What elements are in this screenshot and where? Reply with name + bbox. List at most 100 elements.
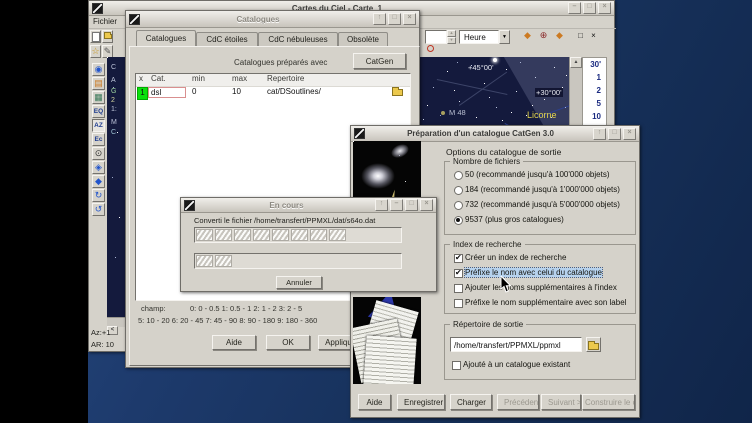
annuler-button[interactable]: Annuler <box>276 276 322 289</box>
add-extra-names-checkbox[interactable] <box>454 284 463 293</box>
suivant-button[interactable]: Suivant > <box>541 394 581 410</box>
ok-button[interactable]: OK <box>266 335 310 350</box>
col-x[interactable]: x <box>139 74 143 83</box>
radio-9537-label[interactable]: 9537 (plus gros catalogues) <box>465 215 633 224</box>
new-document-icon[interactable] <box>90 30 101 43</box>
menu-fichier[interactable]: Fichier <box>93 17 117 26</box>
search-icon[interactable]: ⊙ <box>92 147 105 160</box>
fov-item[interactable]: 2 <box>583 84 606 97</box>
dock-panel-icon[interactable]: □ <box>575 30 586 41</box>
table-row[interactable]: 1 dsl 0 10 cat/DSoutlines/ <box>136 87 410 99</box>
create-index-checkbox[interactable] <box>454 254 463 263</box>
append-existing-label[interactable]: Ajouté à un catalogue existant <box>463 360 633 369</box>
rollup-icon[interactable]: ↑ <box>373 13 386 25</box>
catgen-title: Préparation d'un catalogue CatGen 3.0 <box>368 129 593 138</box>
catgen-aide-button[interactable]: Aide <box>358 394 391 410</box>
combo-dropdown-icon[interactable]: ▼ <box>499 30 510 44</box>
tab-cdc-etoiles[interactable]: CdC étoiles <box>196 32 258 46</box>
maximize-icon[interactable]: □ <box>583 2 596 14</box>
close-icon[interactable]: × <box>598 2 611 14</box>
flip-horizontal-icon[interactable]: ◈ <box>92 161 105 174</box>
prefix-name-checkbox[interactable] <box>454 269 463 278</box>
center-crosshair-icon[interactable]: ⊕ <box>537 30 550 43</box>
prefix-name-label[interactable]: Préfixe le nom avec celui du catalogue <box>465 268 602 277</box>
chart-config-icon[interactable]: ▦ <box>92 91 105 104</box>
tab-cdc-nebuleuses[interactable]: CdC nébuleuses <box>258 32 338 46</box>
target-icon[interactable]: ◉ <box>92 63 105 76</box>
charger-button[interactable]: Charger <box>450 394 492 410</box>
output-path-input[interactable]: /home/transfert/PPMXL/ppmxl <box>450 337 582 352</box>
maximize-icon[interactable]: □ <box>388 13 401 25</box>
construire-button[interactable]: Construire le catalogue <box>582 394 635 410</box>
close-icon[interactable]: × <box>623 128 636 140</box>
add-extra-names-label[interactable]: Ajouter les noms supplémentaires à l'ind… <box>465 283 633 292</box>
tab-obsolete[interactable]: Obsolète <box>338 32 388 46</box>
radio-9537[interactable] <box>454 216 463 225</box>
col-max[interactable]: max <box>232 74 247 83</box>
progress-titlebar[interactable]: En cours ↑ – □ × <box>181 198 436 213</box>
catgen-button[interactable]: CatGen <box>353 53 406 69</box>
progress-block <box>215 229 232 241</box>
browse-folder-icon[interactable] <box>392 89 403 96</box>
catgen-titlebar[interactable]: Préparation d'un catalogue CatGen 3.0 ↑ … <box>351 126 639 142</box>
minimize-icon[interactable]: – <box>390 199 403 211</box>
enregistrer-button[interactable]: Enregistrer <box>397 394 445 410</box>
maximize-icon[interactable]: □ <box>608 128 621 140</box>
follow-object-icon[interactable]: ◆ <box>521 30 534 43</box>
close-icon[interactable]: × <box>420 199 433 211</box>
maximize-icon[interactable]: □ <box>405 199 418 211</box>
col-repertoire[interactable]: Repertoire <box>267 74 304 83</box>
radio-50[interactable] <box>454 171 463 180</box>
scroll-up-icon[interactable]: ▲ <box>570 57 582 68</box>
chart-cut-label: 2 <box>111 97 115 104</box>
create-index-label[interactable]: Créer un index de recherche <box>465 253 633 262</box>
open-folder-icon[interactable] <box>102 30 113 43</box>
az-coords-button[interactable]: AZ <box>92 119 105 132</box>
radio-184[interactable] <box>454 186 463 195</box>
chart-cut-label: G <box>111 88 116 95</box>
precedent-button[interactable]: Précédent <box>497 394 539 410</box>
radio-732-label[interactable]: 732 (recommandé jusqu'à 5'000'000 objets… <box>465 200 633 209</box>
radio-184-label[interactable]: 184 (recommandé jusqu'à 1'000'000 objets… <box>465 185 633 194</box>
col-min[interactable]: min <box>192 74 205 83</box>
close-panel-icon[interactable]: × <box>588 30 599 41</box>
aide-button[interactable]: Aide <box>212 335 256 350</box>
star-tool-icon[interactable]: ☆ <box>90 45 101 58</box>
fov-item[interactable]: 1 <box>583 71 606 84</box>
tab-catalogues[interactable]: Catalogues <box>136 30 196 46</box>
catalogues-titlebar[interactable]: Catalogues ↑ □ × <box>126 11 419 28</box>
track-object-icon[interactable]: ◆ <box>553 30 566 43</box>
flip-vertical-icon[interactable]: ◆ <box>92 175 105 188</box>
rollup-icon[interactable]: ↑ <box>593 128 606 140</box>
fov-item[interactable]: 30' <box>583 58 606 71</box>
rotate-cw-icon[interactable]: ↻ <box>92 189 105 202</box>
col-cat[interactable]: Cat. <box>151 74 166 83</box>
browse-output-icon[interactable] <box>586 337 601 352</box>
cat-cell[interactable]: dsl <box>148 87 186 98</box>
time-step-input[interactable] <box>425 30 447 44</box>
status-az: Az:+1 <box>91 328 110 337</box>
fov-item[interactable]: 5 <box>583 97 606 110</box>
minimize-icon[interactable]: – <box>568 2 581 14</box>
dec-label-45: +45°00' <box>468 63 494 72</box>
max-cell[interactable]: 10 <box>232 87 241 96</box>
spin-down-icon[interactable]: ▼ <box>447 37 456 44</box>
clock-folder-icon[interactable]: ▤ <box>92 77 105 90</box>
ec-coords-button[interactable]: Ec <box>92 133 105 146</box>
prefix-extra-name-checkbox[interactable] <box>454 299 463 308</box>
rotate-ccw-icon[interactable]: ↺ <box>92 203 105 216</box>
close-icon[interactable]: × <box>403 13 416 25</box>
eq-coords-button[interactable]: EQ <box>92 105 105 118</box>
prefix-extra-name-label[interactable]: Préfixe le nom supplémentaire avec son l… <box>465 298 633 307</box>
radio-50-label[interactable]: 50 (recommandé jusqu'à 100'000 objets) <box>465 170 633 179</box>
time-step-spinner[interactable]: ▲ ▼ <box>447 30 456 44</box>
radio-732[interactable] <box>454 201 463 210</box>
append-existing-checkbox[interactable] <box>452 361 461 370</box>
spin-up-icon[interactable]: ▲ <box>447 30 456 37</box>
fov-item[interactable]: 10 <box>583 110 606 123</box>
active-cell[interactable]: 1 <box>137 87 148 100</box>
time-unit-combo[interactable]: Heure <box>459 30 499 44</box>
rollup-icon[interactable]: ↑ <box>375 199 388 211</box>
min-cell[interactable]: 0 <box>192 87 196 96</box>
repertoire-cell[interactable]: cat/DSoutlines/ <box>267 87 321 96</box>
